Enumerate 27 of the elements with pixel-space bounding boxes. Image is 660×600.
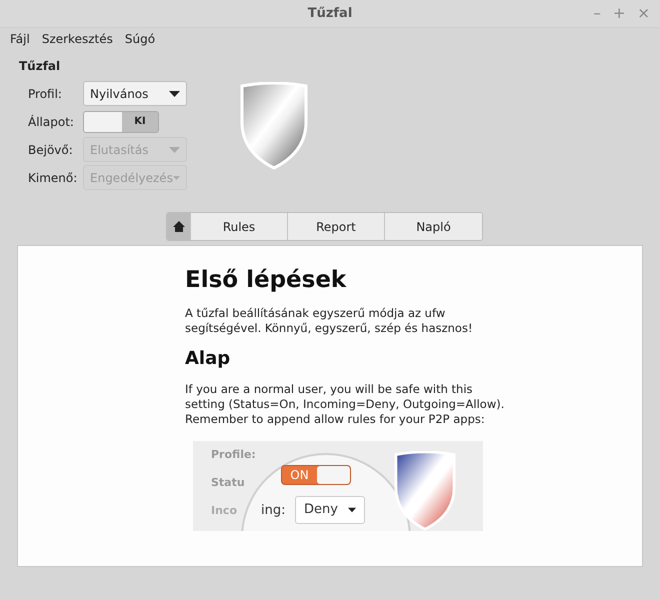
screenshot-label: Statu xyxy=(211,475,245,491)
menu-item[interactable]: Súgó xyxy=(124,30,156,48)
window-title: Tűzfal xyxy=(308,4,352,23)
screenshot-label: Inco xyxy=(211,503,238,519)
field-label: Állapot: xyxy=(28,114,75,130)
menu-item[interactable]: Szerkesztés xyxy=(42,30,113,48)
caret-icon xyxy=(169,90,180,96)
field-label: Kimenő: xyxy=(28,170,78,186)
body-paragraph: If you are a normal user, you will be safe with this setting (Status=On, Incoming=Deny, Outgoing=Allow). Remember to append allow rules for your P2P apps: xyxy=(185,382,505,427)
screenshot-label: Profile: xyxy=(211,447,256,463)
section-title: Alap xyxy=(185,348,232,370)
dropdown[interactable]: Nyilvános xyxy=(83,81,187,106)
home-icon xyxy=(172,221,184,232)
caret-icon xyxy=(172,174,180,180)
toggle-switch[interactable]: KI xyxy=(83,110,159,132)
section-heading: Tűzfal xyxy=(19,58,62,75)
home-tab[interactable] xyxy=(167,213,191,240)
field-label: Bejövő: xyxy=(28,142,74,158)
screenshot-label: ing: xyxy=(261,502,286,520)
field-label: Profil: xyxy=(28,86,63,102)
shield-icon xyxy=(239,82,309,170)
caret-icon xyxy=(169,146,180,152)
menu-item[interactable]: Fájl xyxy=(10,30,30,48)
caret-icon xyxy=(348,507,356,513)
shield-icon xyxy=(393,451,457,531)
page-title: Első lépések xyxy=(185,266,348,294)
intro-paragraph: A tűzfal beállításának egyszerű módja az ufw segítségével. Könnyű, egyszerű, szép és hasznos! xyxy=(185,306,474,336)
